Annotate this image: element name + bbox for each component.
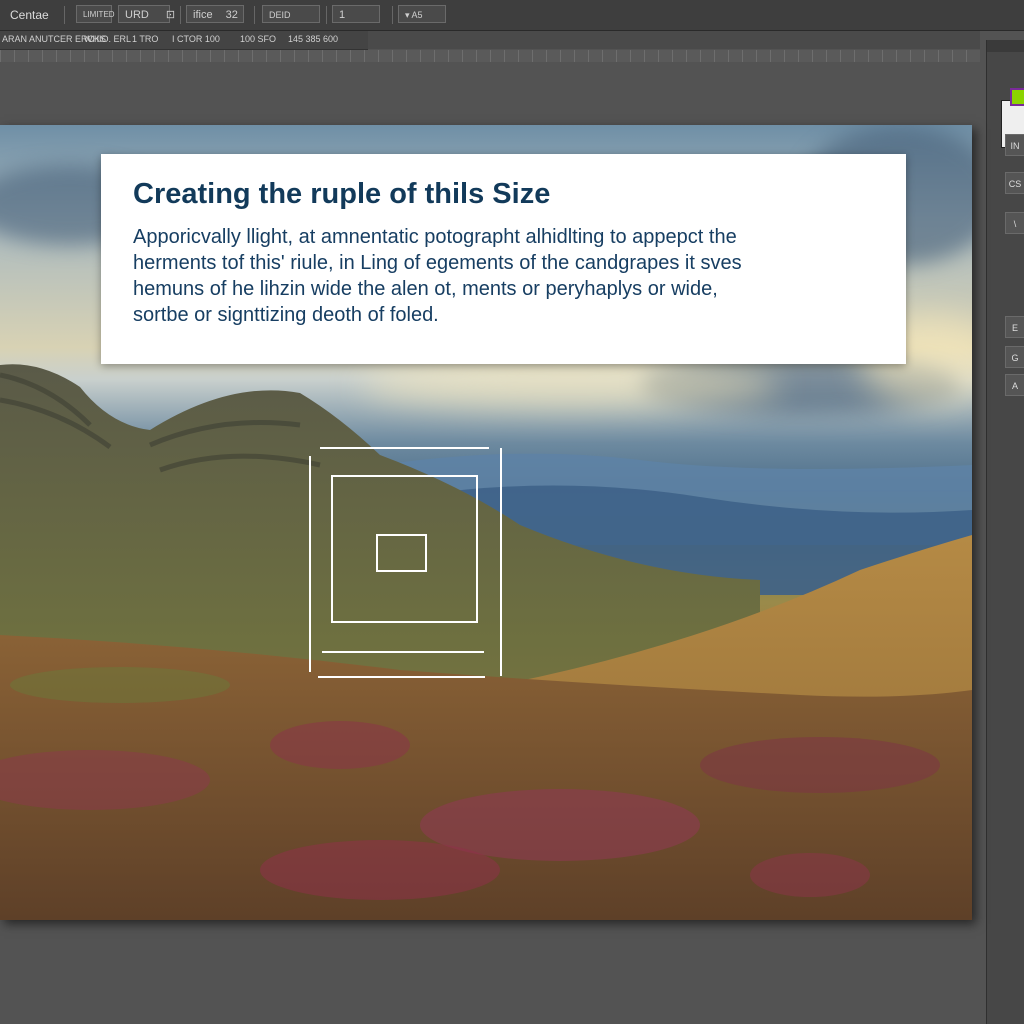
toolbar-box-ifice[interactable]: ifice 32	[186, 5, 244, 23]
options-bar: ARAN ANUTCER ERCKS WHIO. ERL 1 TRO I CTO…	[0, 31, 368, 50]
toolbar-separator	[180, 6, 181, 24]
card-body-line: hemuns of he lihzin wide the alen ot, me…	[133, 278, 718, 300]
card-body-line: sortbe or signttizing deoth of foled.	[133, 304, 439, 326]
toolbar-separator	[326, 6, 327, 24]
right-panel-header	[987, 40, 1024, 52]
toolbar-separator	[392, 6, 393, 24]
toolbar-box-urd-label: URD	[125, 9, 149, 21]
option-seg-2[interactable]: WHIO. ERL	[84, 34, 131, 44]
card-body: Apporicvally llight, at amnentatic potog…	[133, 224, 893, 328]
panel-button-a[interactable]: A	[1005, 374, 1024, 396]
panel-button-slash[interactable]: \	[1005, 212, 1024, 234]
panel-button-e[interactable]: E	[1005, 316, 1024, 338]
card-body-line: Apporicvally llight, at amnentatic potog…	[133, 226, 737, 248]
toolbar-separator	[254, 6, 255, 24]
document-canvas[interactable]: Creating the ruple of thils Size Apporic…	[0, 125, 972, 920]
horizontal-ruler[interactable]	[0, 50, 980, 62]
text-overlay-card[interactable]: Creating the ruple of thils Size Apporic…	[101, 154, 906, 364]
panel-button-in[interactable]: IN	[1005, 134, 1024, 156]
toolbar-separator	[64, 6, 65, 24]
toolbar-box-slider[interactable]: 1	[332, 5, 380, 23]
foreground-color-swatch[interactable]	[1010, 88, 1024, 106]
right-panel: IN CS \ E G A	[986, 40, 1024, 1024]
toolbar-box-deid[interactable]: DEID	[262, 5, 320, 23]
top-toolbar: Centae LIMITED URD ⊡ ifice 32 DEID 1 ▾ A…	[0, 0, 1024, 31]
toolbar-box-ifice-value: 32	[225, 9, 238, 21]
toolbar-box-limited[interactable]: LIMITED	[76, 5, 115, 23]
option-seg-3[interactable]: 1 TRO	[132, 34, 158, 44]
option-seg-5[interactable]: 100 SFO	[240, 34, 276, 44]
card-title: Creating the ruple of thils Size	[133, 178, 551, 210]
toolbar-box-urd[interactable]: URD ⊡	[118, 5, 175, 23]
options-bar-filler	[368, 31, 980, 49]
option-seg-4[interactable]: I CTOR 100	[172, 34, 220, 44]
app-title: Centae	[10, 8, 49, 22]
toolbar-box-a5[interactable]: ▾ A5	[398, 5, 446, 23]
option-seg-6[interactable]: 145 385 600	[288, 34, 338, 44]
panel-button-cs[interactable]: CS	[1005, 172, 1024, 194]
panel-button-g[interactable]: G	[1005, 346, 1024, 368]
toolbar-box-urd-icon: ⊡	[165, 9, 176, 21]
toolbar-box-ifice-label: ifice	[193, 9, 213, 21]
card-body-line: herments tof this' riule, in Ling of ege…	[133, 252, 742, 274]
